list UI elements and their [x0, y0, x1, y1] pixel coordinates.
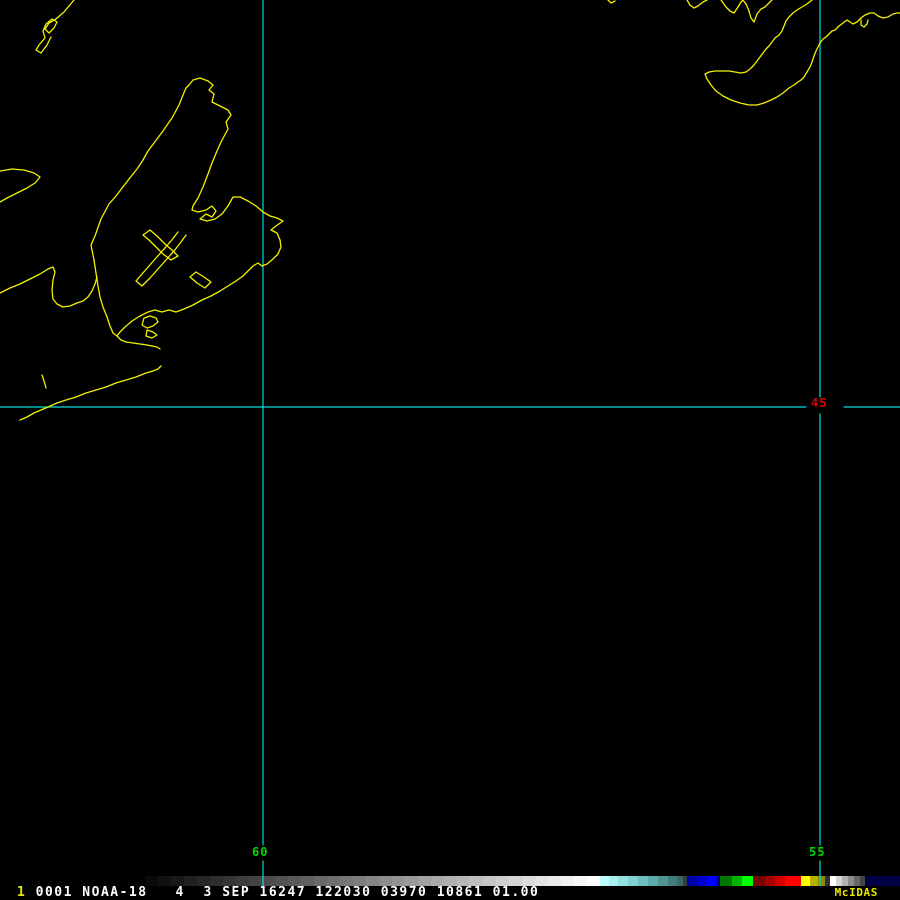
- cape-breton-island: [90, 77, 284, 337]
- pei-east-point: [0, 168, 41, 203]
- lennox-passage-coast: [116, 335, 161, 350]
- grid-label-55w: 55: [808, 845, 827, 859]
- nfld-islet-d: [860, 19, 869, 28]
- mcidas-image-window: 45 60 55 1 0001 NOAA-18 4 3 SEP 16247 12…: [0, 0, 900, 900]
- coast-tick: [41, 374, 47, 389]
- grid-label-60w: 60: [251, 845, 270, 859]
- ns-atlantic-coast: [19, 365, 162, 421]
- ns-mainland-north-shore: [0, 266, 98, 308]
- nfld-coast-c: [720, 0, 773, 23]
- east-bay-inlet: [189, 271, 212, 289]
- magdalen-islands: [35, 0, 75, 54]
- isle-madame: [141, 315, 159, 329]
- annotation-bar: 1 0001 NOAA-18 4 3 SEP 16247 122030 0397…: [0, 885, 900, 900]
- frame-number: 1: [17, 885, 27, 900]
- nfld-southwest-coast: [704, 0, 900, 106]
- grid-label-45n: 45: [810, 396, 829, 410]
- lennox-islet: [145, 329, 158, 339]
- nfld-islet-a: [607, 0, 616, 4]
- annotation-text: 0001 NOAA-18 4 3 SEP 16247 122030 03970 …: [26, 885, 540, 900]
- bras-dor-lake: [142, 229, 179, 261]
- nfld-coast-b: [686, 0, 708, 9]
- mcidas-brand-label: McIDAS: [834, 886, 878, 899]
- map-canvas: [0, 0, 900, 887]
